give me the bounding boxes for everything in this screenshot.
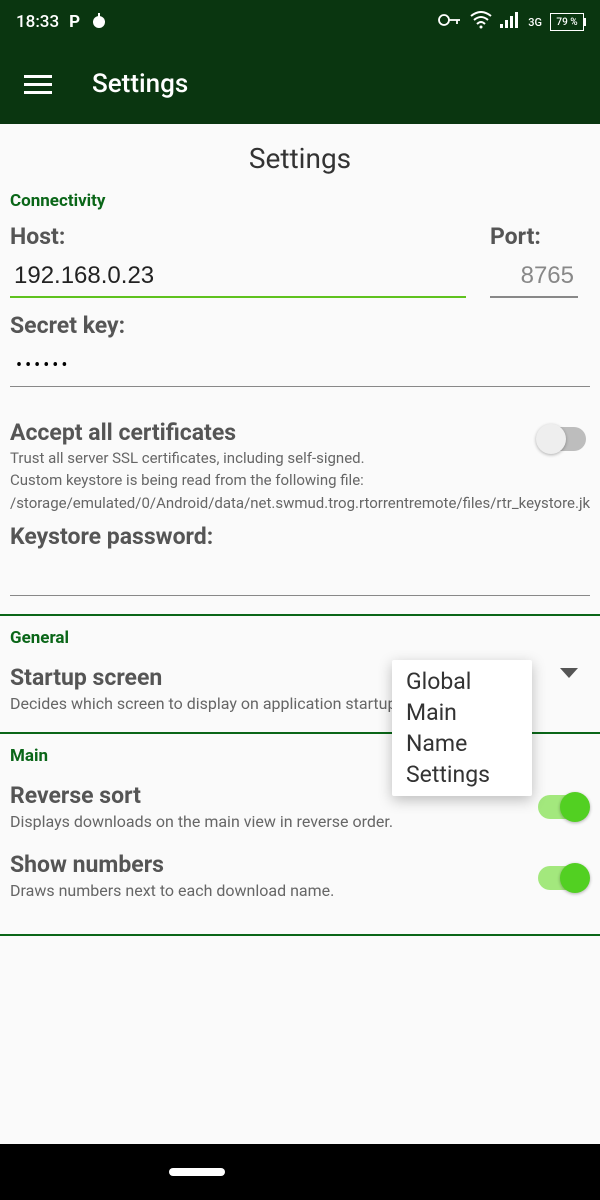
status-time: 18:33 [16, 12, 59, 32]
keystore-input[interactable] [10, 556, 590, 596]
p-icon: P [69, 12, 80, 32]
battery-icon: 79 % [550, 13, 584, 31]
app-indicator-icon [90, 11, 108, 34]
dropdown-item-global[interactable]: Global [392, 666, 532, 697]
cert-desc-2: Custom keystore is being read from the f… [10, 470, 530, 490]
wifi-icon [470, 11, 492, 34]
dropdown-item-name[interactable]: Name [392, 728, 532, 759]
content-area: Settings Connectivity Host: Port: Secret… [0, 124, 600, 936]
dropdown-item-main[interactable]: Main [392, 697, 532, 728]
numbers-desc: Draws numbers next to each download name… [10, 880, 530, 902]
cert-desc-1: Trust all server SSL certificates, inclu… [10, 448, 530, 468]
secret-input[interactable]: •••••• [10, 343, 590, 387]
status-bar: 18:33 P 3G 79 % [0, 0, 600, 44]
cert-title: Accept all certificates [10, 419, 590, 446]
keystore-label: Keystore password: [10, 523, 590, 550]
section-connectivity: Connectivity [10, 187, 590, 217]
dropdown-item-settings[interactable]: Settings [392, 759, 532, 790]
menu-icon[interactable] [24, 75, 52, 94]
secret-label: Secret key: [10, 312, 590, 339]
reverse-toggle[interactable] [538, 795, 586, 819]
host-input[interactable] [10, 254, 466, 298]
startup-dropdown: Global Main Name Settings [392, 660, 532, 796]
port-input[interactable] [490, 254, 578, 298]
signal-icon [500, 12, 520, 33]
nav-home-button[interactable] [169, 1168, 225, 1176]
section-general: General [10, 624, 590, 654]
chevron-down-icon[interactable] [560, 668, 578, 678]
app-bar-title: Settings [92, 69, 188, 99]
numbers-toggle[interactable] [538, 866, 586, 890]
app-bar: Settings [0, 44, 600, 124]
reverse-desc: Displays downloads on the main view in r… [10, 811, 530, 833]
cert-path: /storage/emulated/0/Android/data/net.swm… [10, 493, 590, 513]
cert-toggle[interactable] [538, 427, 586, 451]
port-label: Port: [490, 223, 590, 250]
nav-bar [0, 1144, 600, 1200]
network-label: 3G [528, 16, 542, 29]
host-label: Host: [10, 223, 466, 250]
key-icon [438, 12, 462, 32]
numbers-title: Show numbers [10, 851, 590, 878]
page-title: Settings [10, 124, 590, 187]
